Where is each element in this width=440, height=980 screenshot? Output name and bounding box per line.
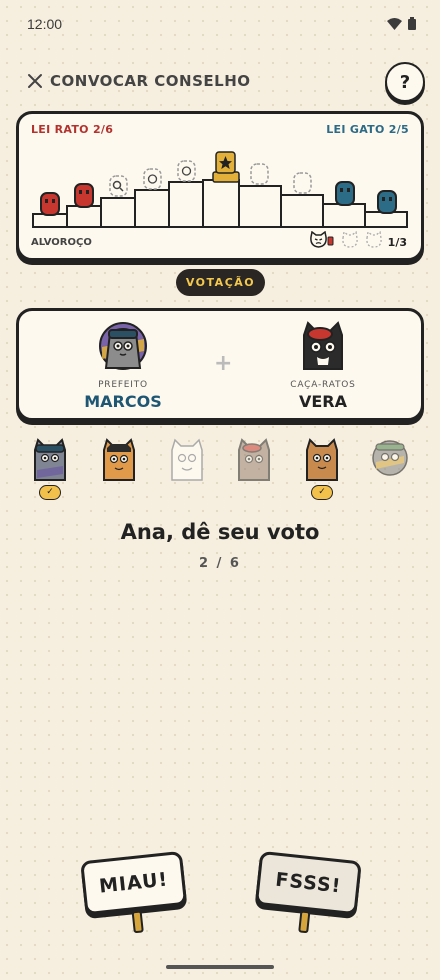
cat-law-piece xyxy=(377,190,397,214)
vote-yes-label: MIAU! xyxy=(80,850,188,916)
law-track-panel: LEI RATO 2/6 LEI GATO 2/5 ALVOROÇO 1/3 xyxy=(16,111,424,261)
cat-avatar xyxy=(372,440,408,476)
voted-check-badge: ✓ xyxy=(39,485,61,500)
nominee-role: CAÇA-RATOS xyxy=(290,380,356,390)
rat-law-counter: LEI RATO 2/6 xyxy=(31,123,114,136)
chaos-count: 1/3 xyxy=(387,236,407,249)
face-slot-icon xyxy=(177,160,196,182)
angry-cat-icon xyxy=(310,231,334,248)
home-indicator[interactable] xyxy=(166,965,274,969)
sign-stick xyxy=(131,910,144,934)
track-step xyxy=(364,211,408,228)
sign-stick xyxy=(298,910,311,934)
track-step xyxy=(322,203,366,228)
close-icon[interactable] xyxy=(24,70,46,92)
track-step xyxy=(238,185,282,228)
cat-avatar xyxy=(306,438,338,481)
track-step-center xyxy=(202,179,240,228)
player-token[interactable] xyxy=(370,436,410,502)
status-time: 12:00 xyxy=(27,16,63,32)
cat-law-counter: LEI GATO 2/5 xyxy=(326,123,409,136)
track-step xyxy=(66,205,102,228)
player-token[interactable] xyxy=(167,436,207,502)
vote-progress: 2 / 6 xyxy=(199,556,241,571)
magnifier-slot-icon xyxy=(109,175,128,197)
track-step xyxy=(280,194,324,228)
top-bar: CONVOCAR CONSELHO ? xyxy=(0,60,440,104)
player-row: ✓ ✓ xyxy=(0,436,440,506)
vote-no-label: FSSS! xyxy=(254,850,362,916)
status-bar: 12:00 xyxy=(0,0,440,52)
vote-no-button[interactable]: FSSS! xyxy=(252,850,362,941)
nominee-mayor: PREFEITO MARCOS xyxy=(53,321,193,411)
track-step xyxy=(100,197,136,228)
player-token[interactable] xyxy=(234,436,274,502)
chaos-label: ALVOROÇO xyxy=(31,237,92,248)
chaos-slot-icon xyxy=(366,231,382,248)
track-step xyxy=(168,181,204,228)
chaos-tracker xyxy=(309,231,383,249)
rat-law-piece xyxy=(40,192,60,216)
chaos-slot-icon xyxy=(342,231,358,248)
status-icons xyxy=(387,17,416,30)
vote-prompt: Ana, dê seu voto xyxy=(120,520,320,544)
nominee-name: MARCOS xyxy=(84,392,162,411)
cat-avatar xyxy=(103,438,135,481)
player-token[interactable]: ✓ xyxy=(302,436,342,502)
page-title: CONVOCAR CONSELHO xyxy=(50,72,251,90)
empty-slot-icon xyxy=(250,163,269,185)
battery-icon xyxy=(408,17,416,30)
nominee-name: VERA xyxy=(298,392,347,411)
nominee-card: PREFEITO MARCOS + CAÇA-RATOS VERA xyxy=(16,308,424,421)
nominee-role: PREFEITO xyxy=(98,380,148,390)
wifi-icon xyxy=(387,17,402,30)
cat-law-piece xyxy=(335,181,355,206)
cat-avatar xyxy=(34,438,66,481)
plus-icon: + xyxy=(214,351,233,376)
player-token[interactable] xyxy=(99,436,139,502)
vote-yes-button[interactable]: MIAU! xyxy=(80,850,190,941)
nominee-ratcatcher: CAÇA-RATOS VERA xyxy=(253,321,393,411)
empty-slot-icon xyxy=(293,172,312,194)
rat-law-piece xyxy=(74,183,94,208)
help-button[interactable]: ? xyxy=(385,62,425,102)
voted-check-badge: ✓ xyxy=(311,485,333,500)
phase-badge: VOTAÇÃO xyxy=(176,269,265,296)
cat-avatar xyxy=(238,438,270,481)
mayor-avatar xyxy=(99,322,147,370)
cat-avatar xyxy=(171,438,203,481)
ratcatcher-avatar xyxy=(303,321,343,370)
face-slot-icon xyxy=(143,168,162,190)
track-step xyxy=(134,189,170,228)
player-token[interactable]: ✓ xyxy=(30,436,70,502)
star-trophy-icon xyxy=(212,151,240,183)
